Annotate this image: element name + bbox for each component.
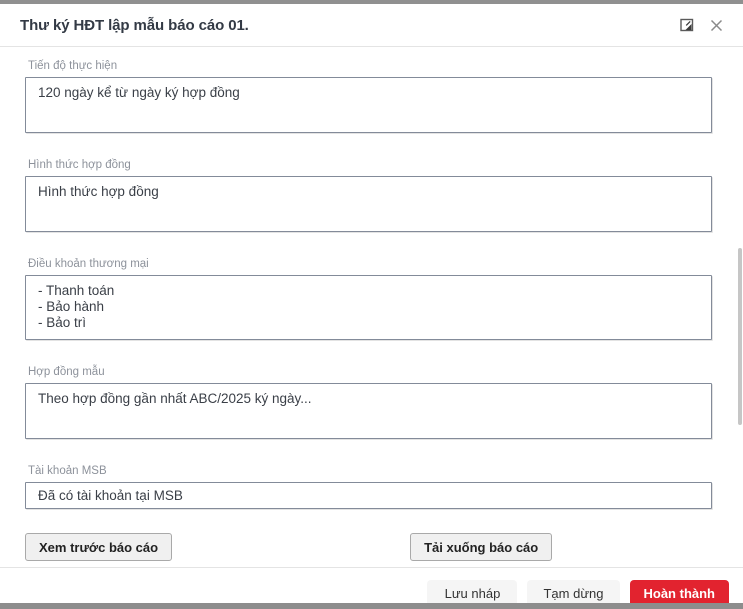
- field-commercial-terms-textarea[interactable]: - Thanh toán - Bảo hành - Bảo trì: [25, 275, 712, 340]
- download-report-button[interactable]: Tải xuống báo cáo: [410, 533, 552, 561]
- report-actions-row: Xem trước báo cáo Tải xuống báo cáo: [25, 533, 712, 561]
- maximize-icon: [680, 18, 694, 32]
- field-commercial-terms-label: Điều khoản thương mại: [28, 258, 712, 270]
- field-progress-textarea[interactable]: 120 ngày kể từ ngày ký hợp đồng: [25, 77, 712, 133]
- field-msb-account: Tài khoản MSB: [25, 465, 712, 509]
- close-icon: [710, 19, 723, 32]
- maximize-button[interactable]: [678, 16, 696, 34]
- background-page-edge-top: [0, 0, 743, 4]
- field-progress: Tiến độ thực hiện 120 ngày kể từ ngày ký…: [25, 60, 712, 138]
- dialog-title: Thư ký HĐT lập mẫu báo cáo 01.: [20, 17, 249, 34]
- field-contract-form-label: Hình thức hợp đồng: [28, 159, 712, 171]
- field-contract-template: Hợp đồng mẫu Theo hợp đồng gần nhất ABC/…: [25, 366, 712, 444]
- close-button[interactable]: [708, 17, 725, 34]
- dialog-header: Thư ký HĐT lập mẫu báo cáo 01.: [0, 4, 743, 47]
- field-msb-account-input[interactable]: [25, 482, 712, 509]
- report-dialog: Thư ký HĐT lập mẫu báo cáo 01.: [0, 4, 743, 603]
- background-page-edge-bottom: [0, 603, 743, 609]
- field-contract-template-textarea[interactable]: Theo hợp đồng gần nhất ABC/2025 ký ngày.…: [25, 383, 712, 439]
- field-commercial-terms: Điều khoản thương mại - Thanh toán - Bảo…: [25, 258, 712, 345]
- field-progress-label: Tiến độ thực hiện: [28, 60, 712, 72]
- field-contract-template-label: Hợp đồng mẫu: [28, 366, 712, 378]
- field-msb-account-label: Tài khoản MSB: [28, 465, 712, 477]
- field-contract-form-textarea[interactable]: Hình thức hợp đồng: [25, 176, 712, 232]
- scrollbar-thumb[interactable]: [738, 248, 742, 425]
- preview-report-button[interactable]: Xem trước báo cáo: [25, 533, 172, 561]
- dialog-header-icons: [678, 16, 725, 34]
- dialog-body: Tiến độ thực hiện 120 ngày kể từ ngày ký…: [0, 47, 743, 561]
- field-contract-form: Hình thức hợp đồng Hình thức hợp đồng: [25, 159, 712, 237]
- screen: Thư ký HĐT lập mẫu báo cáo 01.: [0, 0, 743, 609]
